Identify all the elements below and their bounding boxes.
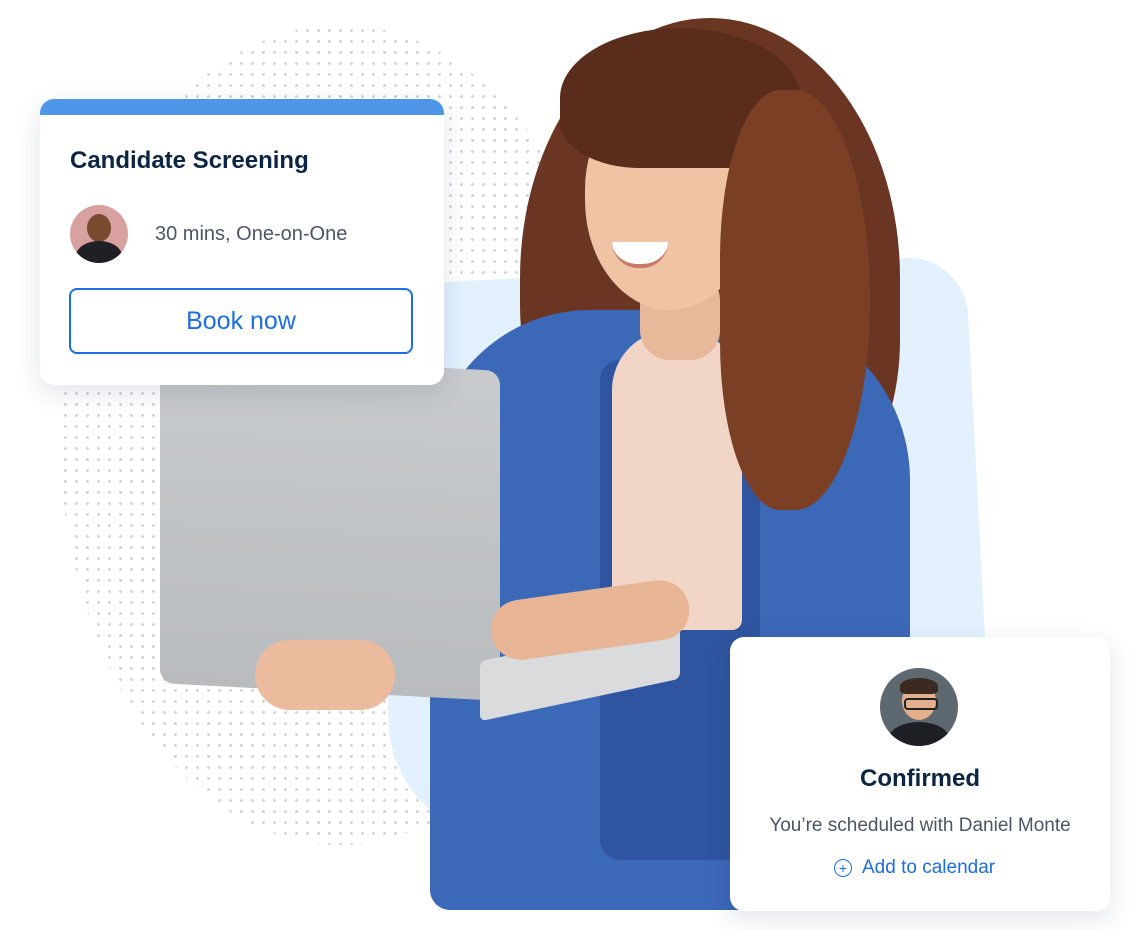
avatar-body	[76, 241, 122, 263]
plus-circle-icon: +	[834, 859, 852, 877]
book-now-button[interactable]: Book now	[69, 288, 413, 354]
add-to-calendar-label: Add to calendar	[862, 857, 996, 878]
event-meta: 30 mins, One-on-One	[155, 223, 348, 245]
card-accent-bar	[40, 99, 444, 115]
hand	[255, 640, 395, 710]
avatar-hair	[900, 678, 938, 694]
avatar-body	[888, 722, 950, 746]
add-to-calendar-link[interactable]: + Add to calendar	[834, 857, 995, 879]
hair-side	[720, 90, 870, 510]
confirmation-status: Confirmed	[860, 765, 980, 792]
confirmation-card: Confirmed You’re scheduled with Daniel M…	[730, 637, 1110, 911]
avatar-head	[87, 214, 111, 242]
invitee-avatar	[880, 668, 958, 746]
schedule-message: You’re scheduled with Daniel Monte	[769, 815, 1071, 836]
avatar-glasses	[904, 698, 938, 710]
host-avatar	[70, 205, 128, 263]
booking-card: Candidate Screening 30 mins, One-on-One …	[40, 99, 444, 385]
event-title: Candidate Screening	[70, 147, 309, 174]
